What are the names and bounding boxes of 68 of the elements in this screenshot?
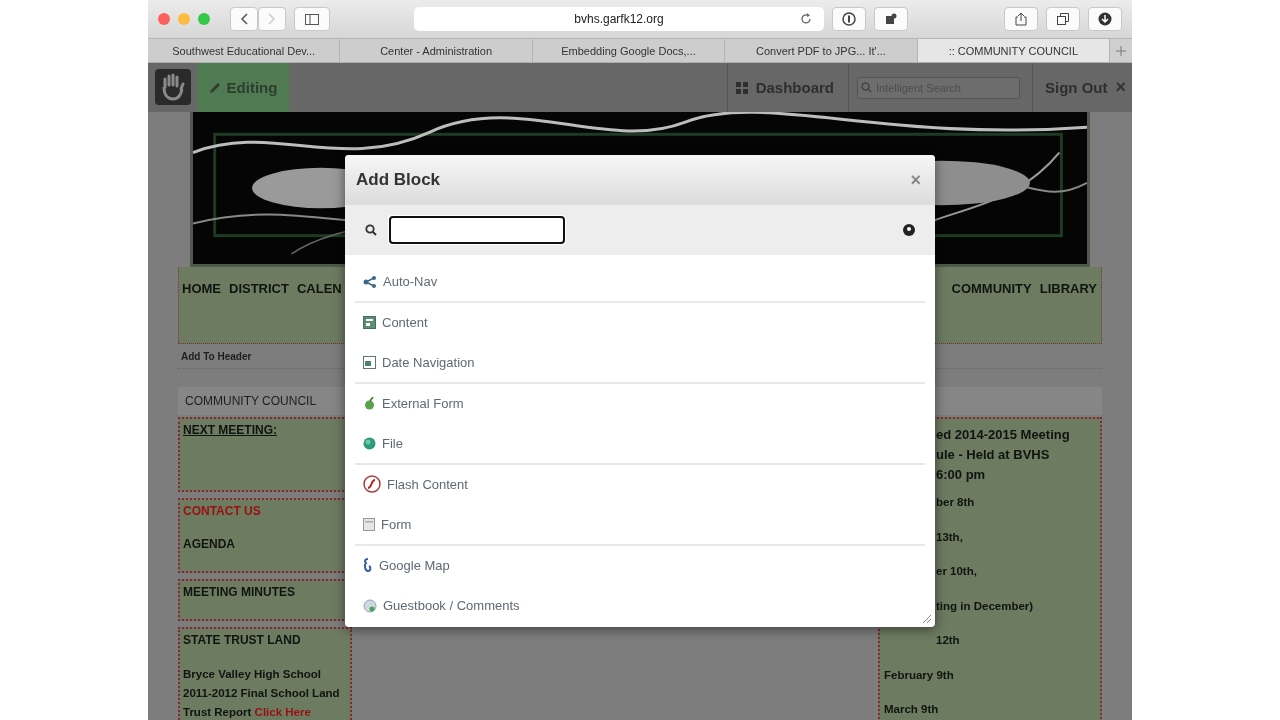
puzzle-icon [885, 13, 897, 25]
block-heading: AGENDA [183, 535, 236, 553]
help-icon[interactable] [903, 223, 915, 236]
add-to-header-link[interactable]: Add To Header [181, 350, 252, 362]
block-type-item[interactable]: File [355, 424, 925, 465]
block-heading: CONTACT US [183, 503, 262, 520]
browser-tab[interactable]: :: COMMUNITY COUNCIL [917, 39, 1111, 62]
schedule-line: ber 8th [936, 495, 976, 510]
block-type-item[interactable]: External Form [355, 384, 925, 425]
schedule-line: 12th [936, 633, 961, 648]
block-type-item[interactable]: Guestbook / Comments [355, 586, 925, 627]
globe-icon [363, 437, 376, 451]
sidebar-icon [305, 13, 319, 25]
forward-icon [268, 13, 276, 25]
nav-link[interactable]: DISTRICT [229, 281, 289, 296]
form-icon [363, 518, 375, 532]
schedule-line: ule - Held at BVHS [936, 446, 1051, 464]
nav-link[interactable]: HOME [182, 281, 221, 296]
info-icon [842, 12, 856, 26]
address-field[interactable]: bvhs.garfk12.org [414, 7, 824, 31]
back-button[interactable] [230, 7, 258, 31]
schedule-line: er 10th, [936, 564, 978, 579]
section-title: COMMUNITY COUNCIL [185, 394, 317, 408]
schedule-line: March 9th [884, 702, 940, 717]
block-type-item[interactable]: Google Map [355, 546, 925, 587]
tabs-button[interactable] [1046, 7, 1080, 31]
close-window-button[interactable] [158, 13, 170, 25]
flash-icon [363, 475, 381, 494]
block-heading[interactable]: NEXT MEETING: [183, 422, 347, 439]
sidebar-button[interactable] [294, 7, 330, 31]
share-nodes-icon [363, 275, 377, 288]
schedule-line: February 9th [884, 667, 955, 683]
download-icon [1098, 12, 1112, 26]
search-icon [365, 223, 377, 236]
hand-icon [160, 73, 186, 101]
schedule-line: 13th, [936, 529, 964, 545]
schedule-line: ting in December) [936, 598, 1035, 614]
nav-link[interactable]: CALEN [296, 281, 342, 296]
block-type-item[interactable]: Date Navigation [355, 343, 925, 384]
block-heading: STATE TRUST LAND [183, 632, 302, 649]
reload-icon [800, 13, 812, 25]
grid-icon [735, 81, 748, 94]
schedule-line: 6:00 pm [936, 466, 987, 484]
reader-button[interactable] [832, 7, 866, 31]
extension-button[interactable] [874, 7, 908, 31]
report-text: Bryce Valley High School 2011-2012 Final School Land Trust Report Click Here [183, 666, 341, 720]
share-icon [1015, 12, 1027, 26]
back-icon [240, 13, 248, 25]
pencil-icon [208, 81, 221, 94]
block-type-item[interactable]: Auto-Nav [355, 262, 925, 303]
block-type-item[interactable]: Content [355, 303, 925, 344]
comment-icon [363, 598, 377, 613]
downloads-button[interactable] [1088, 7, 1122, 31]
block-type-item[interactable]: Form [355, 505, 925, 546]
dialog-title: Add Block [356, 170, 441, 191]
schedule-line: ed 2014-2015 Meeting [936, 426, 1071, 444]
document-icon [363, 315, 376, 329]
search-field[interactable] [389, 215, 565, 244]
nav-link[interactable]: LIBRARY [1039, 281, 1097, 296]
resize-grip-icon[interactable] [922, 614, 932, 624]
logo[interactable] [155, 69, 191, 105]
block-heading: MEETING MINUTES [183, 584, 296, 601]
block-type-item[interactable]: Flash Content [355, 465, 925, 506]
search-icon [861, 82, 872, 93]
calendar-icon [363, 356, 376, 370]
tabs-icon [1057, 13, 1069, 25]
share-button[interactable] [1004, 7, 1038, 31]
nav-link[interactable]: COMMUNITY [951, 281, 1032, 296]
